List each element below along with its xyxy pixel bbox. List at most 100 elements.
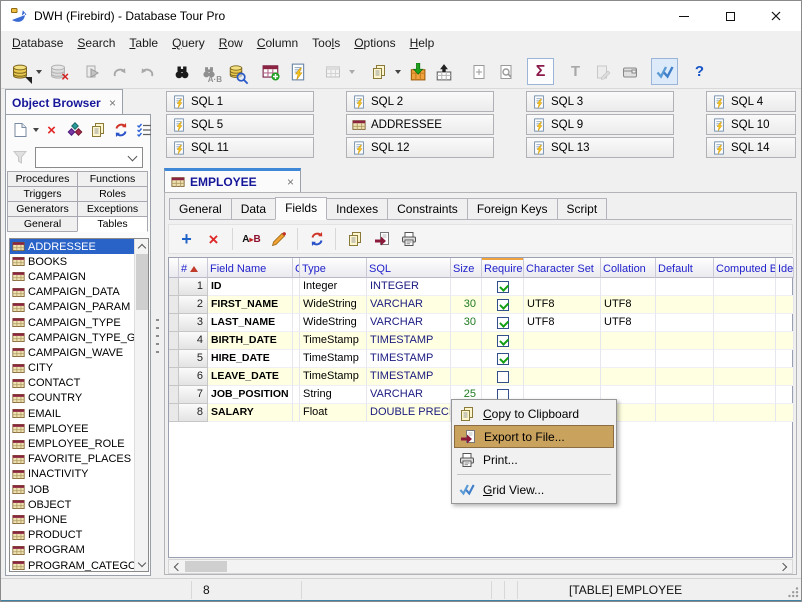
tab-exceptions[interactable]: Exceptions [77,201,148,217]
list-item[interactable]: CAMPAIGN_DATA [10,285,148,300]
menu-database[interactable]: Database [5,32,70,54]
tab-data[interactable]: Data [231,198,276,219]
refresh-objects-button[interactable] [109,119,132,141]
document-tab-sql4[interactable]: SQL 4 [706,91,796,112]
tab-functions[interactable]: Functions [77,171,148,187]
print-button[interactable] [395,227,422,252]
edit-field-button[interactable] [265,227,292,252]
menu-item-grid-view[interactable]: Grid View... [454,478,614,501]
tab-roles[interactable]: Roles [77,186,148,202]
edit-record-button[interactable] [589,58,616,85]
column-header-required[interactable]: Required [482,258,524,278]
list-item[interactable]: JOB [10,482,148,497]
required-checkbox[interactable] [497,281,509,293]
column-header-field-name[interactable]: Field Name [208,258,293,278]
list-item[interactable]: CAMPAIGN_WAVE [10,345,148,360]
column-header-identity[interactable]: Identity [776,258,794,278]
document-tab-sql1[interactable]: SQL 1 [166,91,314,112]
find-replace-button[interactable]: A·B [195,58,222,85]
document-tab-addressee[interactable]: ADDRESSEE [346,114,494,135]
list-item[interactable]: PROGRAM_CATEGO [10,558,148,572]
tab-script[interactable]: Script [557,198,608,219]
scroll-up-button[interactable] [135,239,149,253]
column-header-collation[interactable]: Collation [601,258,656,278]
column-header-num[interactable]: # [179,258,208,278]
required-checkbox[interactable] [497,371,509,383]
menu-help[interactable]: Help [403,32,442,54]
copy-dropdown[interactable] [392,58,403,85]
new-object-button[interactable] [8,119,31,141]
list-item[interactable]: COUNTRY [10,391,148,406]
object-browser-tab[interactable]: Object Browser × [5,89,123,115]
document-tab-sql12[interactable]: SQL 12 [346,137,494,158]
column-header-sql[interactable]: SQL [367,258,451,278]
column-header-character-set[interactable]: Character Set [524,258,601,278]
column-header-c[interactable]: C [293,258,300,278]
tab-fields[interactable]: Fields [275,197,327,220]
menu-search[interactable]: Search [70,32,122,54]
list-item[interactable]: CONTACT [10,376,148,391]
object-browser-close-icon[interactable]: × [109,97,116,109]
sql-editor-button[interactable] [284,58,311,85]
close-button[interactable] [753,1,799,31]
list-item[interactable]: EMPLOYEE [10,421,148,436]
menu-query[interactable]: Query [165,32,212,54]
scroll-right-button[interactable] [777,560,792,573]
redo-button[interactable] [106,58,133,85]
column-header-default[interactable]: Default [656,258,714,278]
menu-options[interactable]: Options [347,32,402,54]
column-header-computed-by[interactable]: Computed By [714,258,776,278]
document-tab-sql14[interactable]: SQL 14 [706,137,796,158]
refresh-fields-button[interactable] [303,227,330,252]
connect-database-dropdown[interactable] [33,58,44,85]
document-tab-sql3[interactable]: SQL 3 [526,91,674,112]
tab-general[interactable]: General [169,198,232,219]
page-setup-button[interactable] [465,58,492,85]
scroll-left-button[interactable] [169,560,184,573]
tab-constraints[interactable]: Constraints [387,198,468,219]
copy-button[interactable] [365,58,392,85]
grid-options-button[interactable] [319,58,346,85]
list-item[interactable]: EMPLOYEE_ROLE [10,436,148,451]
list-item[interactable]: INACTIVITY [10,467,148,482]
list-item[interactable]: OBJECT [10,497,148,512]
connect-database-button[interactable] [6,58,33,85]
search-in-database-button[interactable] [222,58,249,85]
column-header-type[interactable]: Type [300,258,367,278]
resize-grip[interactable] [787,586,799,598]
filter-input[interactable] [36,148,142,167]
tab-foreign-keys[interactable]: Foreign Keys [467,198,558,219]
tab-procedures[interactable]: Procedures [7,171,78,187]
document-tab-sql9[interactable]: SQL 9 [526,114,674,135]
create-table-button[interactable] [257,58,284,85]
list-item[interactable]: BOOKS [10,254,148,269]
tables-scrollbar[interactable] [134,239,148,571]
delete-object-button[interactable]: × [40,119,63,141]
panel-splitter[interactable] [156,319,159,359]
delete-field-button[interactable]: × [200,227,227,252]
list-item[interactable]: CAMPAIGN_PARAM [10,300,148,315]
object-types-button[interactable] [63,119,86,141]
find-button[interactable] [168,58,195,85]
list-item[interactable]: CAMPAIGN_TYPE [10,315,148,330]
help-button[interactable]: ? [686,58,713,85]
menu-row[interactable]: Row [212,32,250,54]
document-tab-sql2[interactable]: SQL 2 [346,91,494,112]
list-item[interactable]: CAMPAIGN_TYPE_G [10,330,148,345]
maximize-button[interactable] [707,1,753,31]
import-data-button[interactable] [403,58,430,85]
text-mode-button[interactable]: T [562,58,589,85]
new-object-dropdown[interactable] [31,119,40,141]
document-tab-sql11[interactable]: SQL 11 [166,137,314,158]
required-checkbox[interactable] [497,335,509,347]
document-tab-sql5[interactable]: SQL 5 [166,114,314,135]
tab-tables[interactable]: Tables [77,216,148,232]
menu-item-export-to-file[interactable]: Export to File... [454,425,614,448]
required-checkbox[interactable] [497,299,509,311]
aggregates-button[interactable]: Σ [527,58,554,85]
required-checkbox[interactable] [497,353,509,365]
grid-view-button[interactable] [651,58,678,85]
menu-table[interactable]: Table [122,32,165,54]
tab-indexes[interactable]: Indexes [326,198,388,219]
minimize-button[interactable] [661,1,707,31]
